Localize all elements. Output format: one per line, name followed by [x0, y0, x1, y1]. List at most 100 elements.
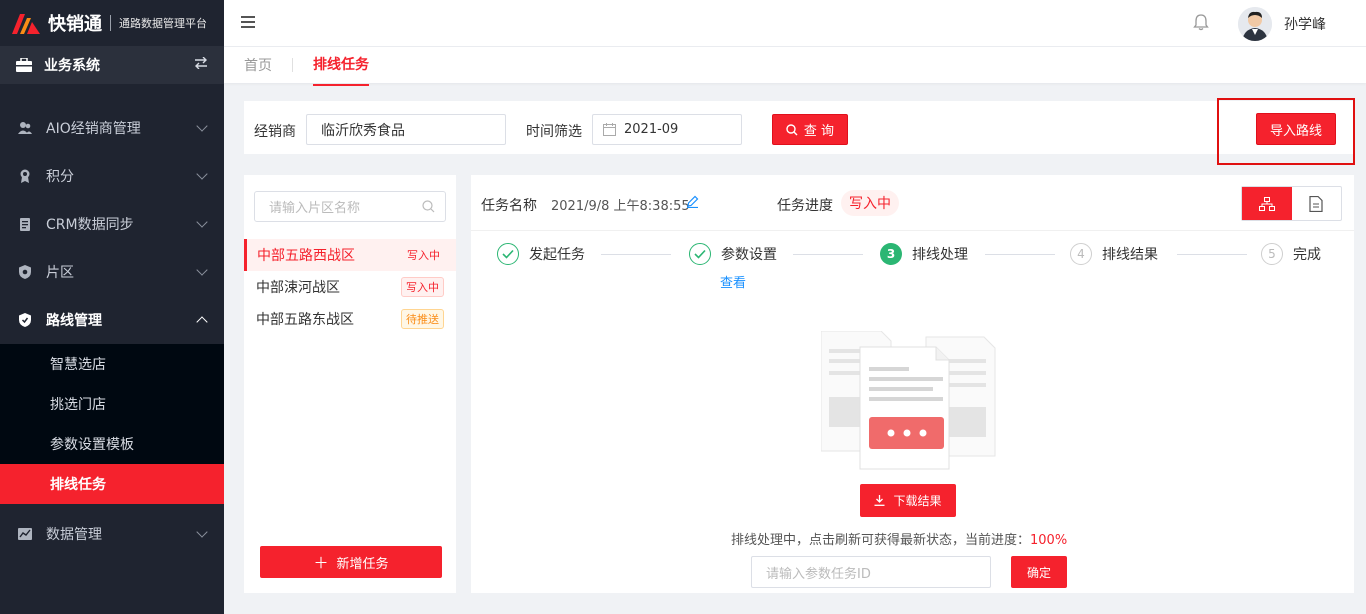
filter-bar: 经销商 临沂欣秀食品 时间筛选 2021-09 查 询 导入路线: [244, 101, 1354, 154]
brand: 快销通 通路数据管理平台: [0, 0, 224, 46]
download-label: 下载结果: [893, 494, 942, 508]
sidebar-item-points[interactable]: 积分: [0, 152, 224, 200]
step-number: 4: [1070, 243, 1092, 265]
sidebar-menu: AIO经销商管理 积分 CRM数据同步 片区 路线管理 智慧选店 挑选门店 参数…: [0, 104, 224, 558]
progress-message-text: 排线处理中，点击刷新可获得最新状态，当前进度：: [731, 533, 1031, 548]
document-view-button[interactable]: [1292, 187, 1342, 220]
check-icon: [689, 243, 711, 265]
sidebar-item-district[interactable]: 片区: [0, 248, 224, 296]
district-name: 中部五路西战区: [257, 248, 355, 264]
tab-routing-task[interactable]: 排线任务: [313, 54, 369, 86]
business-system-switcher[interactable]: 业务系统: [0, 46, 224, 84]
search-placeholder: 请输入片区名称: [269, 201, 361, 216]
district-item[interactable]: 中部涑河战区 写入中: [244, 271, 456, 303]
brand-name: 快销通: [48, 14, 102, 35]
progress-message: 排线处理中，点击刷新可获得最新状态，当前进度：100%: [731, 529, 1067, 548]
status-badge: 写入中: [401, 277, 444, 297]
district-search-input[interactable]: 请输入片区名称: [254, 191, 446, 222]
district-item[interactable]: 中部五路西战区 写入中: [244, 239, 456, 271]
chevron-up-icon: [196, 316, 208, 328]
task-progress-label: 任务进度: [777, 198, 833, 214]
sidebar-item-label: CRM数据同步: [46, 217, 134, 233]
step-complete: 5 完成: [1261, 243, 1321, 265]
sidebar-item-data-management[interactable]: 数据管理: [0, 510, 224, 558]
top-header: 孙学峰: [224, 0, 1366, 47]
brand-subtitle: 通路数据管理平台: [119, 17, 207, 30]
search-icon: [786, 123, 798, 136]
switch-icon[interactable]: [194, 56, 208, 73]
task-stepper: 发起任务 参数设置 3 排线处理 4 排线结果 5 完成: [471, 241, 1354, 271]
query-label: 查 询: [803, 124, 835, 139]
plus-icon: ＋: [313, 553, 329, 572]
document-icon: [18, 217, 32, 231]
step-connector: [985, 254, 1055, 255]
step-label: 排线结果: [1102, 247, 1158, 263]
sidebar: 快销通 通路数据管理平台 业务系统 AIO经销商管理 积分 CRM数据同步 片区…: [0, 0, 224, 614]
step-connector: [601, 254, 671, 255]
district-item[interactable]: 中部五路东战区 待推送: [244, 303, 456, 335]
chevron-down-icon: [196, 264, 208, 276]
bell-icon[interactable]: [1192, 13, 1210, 31]
district-name: 中部五路东战区: [256, 312, 354, 328]
chart-icon: [18, 527, 32, 541]
task-id-input[interactable]: 请输入参数任务ID: [751, 556, 991, 588]
sidebar-subitem-param-template[interactable]: 参数设置模板: [0, 424, 224, 464]
task-name-label: 任务名称: [481, 198, 537, 214]
add-task-label: 新增任务: [336, 556, 389, 572]
month-value: 2021-09: [624, 122, 679, 137]
sidebar-item-label: AIO经销商管理: [46, 121, 141, 137]
sidebar-item-crm-sync[interactable]: CRM数据同步: [0, 200, 224, 248]
query-button[interactable]: 查 询: [772, 114, 848, 145]
view-toggle: [1241, 186, 1342, 221]
sidebar-item-aio-dealer[interactable]: AIO经销商管理: [0, 104, 224, 152]
sidebar-subitem-routing-task[interactable]: 排线任务: [0, 464, 224, 504]
add-task-button[interactable]: ＋ 新增任务: [260, 546, 442, 578]
page-tabs: 首页 排线任务: [224, 47, 1366, 86]
tab-home[interactable]: 首页: [244, 55, 272, 85]
step-params: 参数设置: [689, 243, 777, 265]
step-number: 5: [1261, 243, 1283, 265]
chevron-down-icon: [196, 216, 208, 228]
check-icon: [497, 243, 519, 265]
task-detail-panel: 任务名称 2021/9/8 上午8:38:55 任务进度 写入中 发起任务 参数…: [471, 175, 1354, 593]
briefcase-icon: [16, 57, 32, 72]
view-params-link[interactable]: 查看: [720, 272, 746, 291]
file-icon: [1309, 195, 1323, 212]
sidebar-item-label: 路线管理: [46, 313, 102, 329]
confirm-button[interactable]: 确定: [1011, 556, 1067, 588]
status-badge: 待推送: [401, 309, 444, 329]
edit-icon[interactable]: [686, 195, 699, 208]
username[interactable]: 孙学峰: [1284, 14, 1326, 34]
district-name: 中部涑河战区: [256, 280, 340, 296]
avatar[interactable]: [1238, 7, 1272, 41]
logo-icon: [12, 12, 40, 34]
status-badge: 写入中: [403, 246, 444, 264]
search-icon: [422, 200, 435, 213]
menu-toggle-icon[interactable]: [241, 16, 255, 28]
step-routing: 3 排线处理: [880, 243, 968, 265]
district-list-panel: 请输入片区名称 中部五路西战区 写入中 中部涑河战区 写入中 中部五路东战区 待…: [244, 175, 456, 593]
step-number: 3: [880, 243, 902, 265]
hierarchy-icon: [1258, 196, 1275, 211]
sidebar-item-route-management[interactable]: 路线管理: [0, 296, 224, 344]
month-picker[interactable]: 2021-09: [592, 114, 742, 145]
dealer-input[interactable]: 临沂欣秀食品: [306, 114, 506, 145]
download-icon: [874, 495, 885, 506]
import-highlight-frame: [1217, 98, 1355, 165]
sidebar-subitem-pick-store[interactable]: 挑选门店: [0, 384, 224, 424]
shield-icon: [18, 265, 32, 279]
download-result-button[interactable]: 下载结果: [860, 484, 956, 517]
task-status-badge: 写入中: [841, 190, 899, 216]
sidebar-subitem-smart-store[interactable]: 智慧选店: [0, 344, 224, 384]
step-connector: [793, 254, 863, 255]
org-chart-view-button[interactable]: [1242, 187, 1292, 220]
chevron-down-icon: [196, 526, 208, 538]
step-label: 排线处理: [912, 247, 968, 263]
route-shield-icon: [18, 313, 32, 327]
route-submenu: 智慧选店 挑选门店 参数设置模板 排线任务: [0, 344, 224, 504]
sidebar-item-label: 积分: [46, 169, 74, 185]
tab-divider: [292, 58, 293, 72]
processing-illustration: [820, 330, 997, 471]
chevron-down-icon: [196, 168, 208, 180]
task-name-value: 2021/9/8 上午8:38:55: [551, 199, 690, 214]
